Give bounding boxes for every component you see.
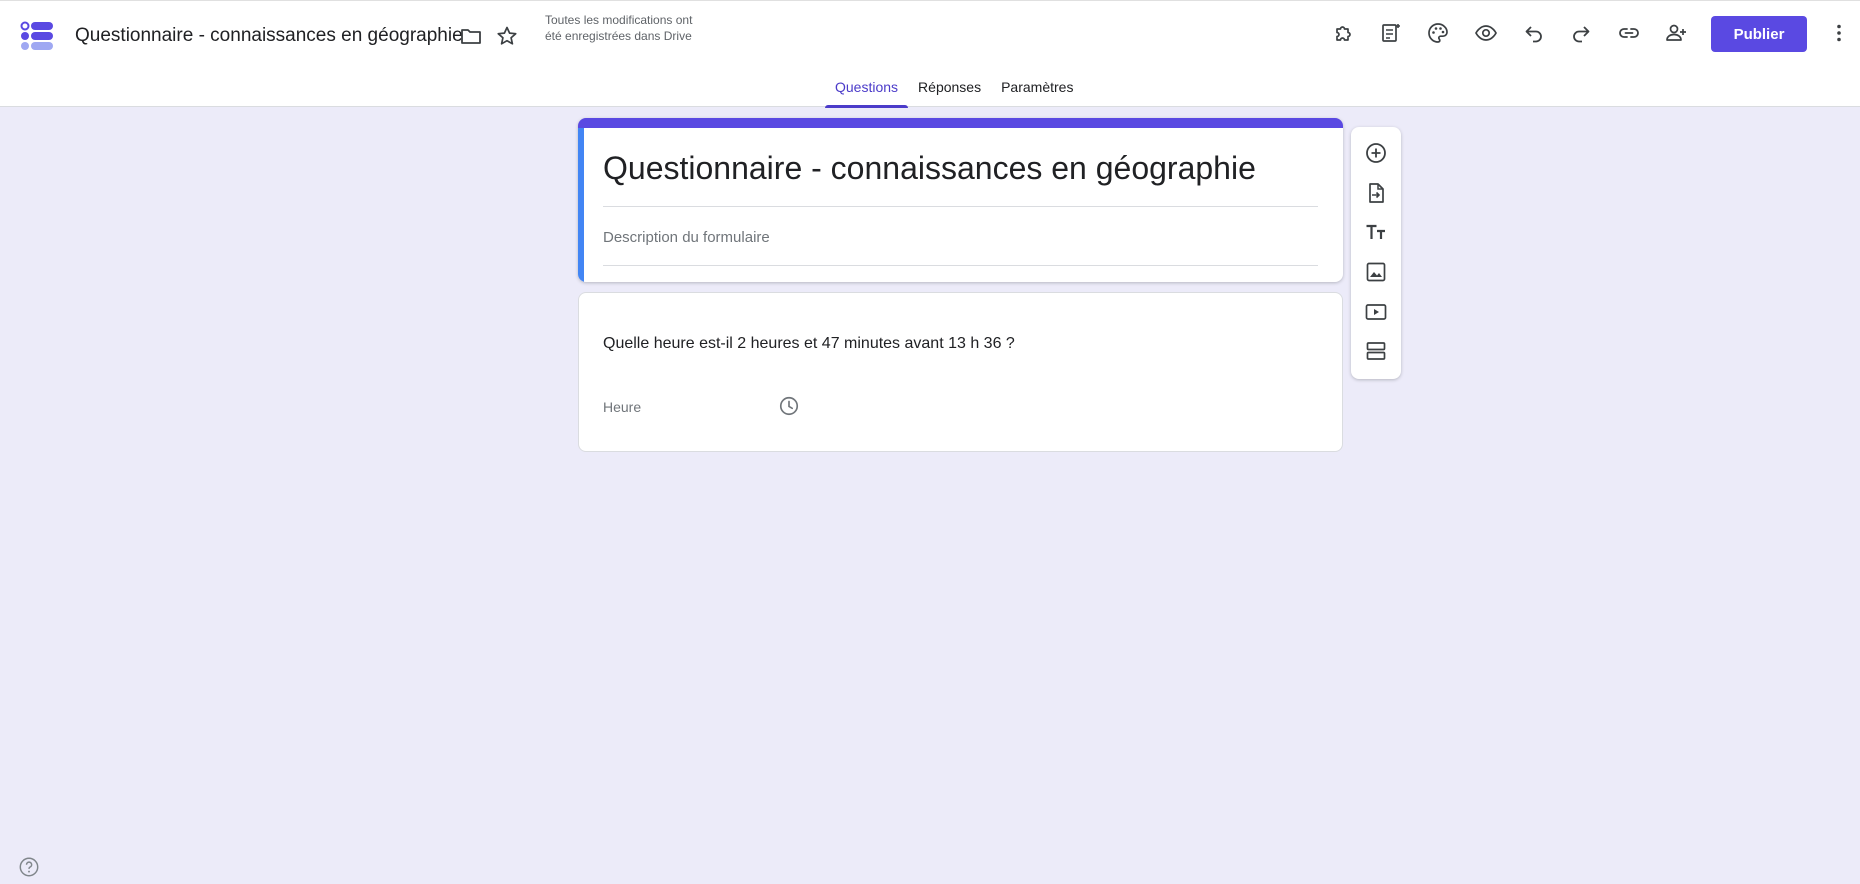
time-answer-label: Heure	[603, 399, 642, 415]
form-title-card[interactable]: Questionnaire - connaissances en géograp…	[578, 118, 1343, 282]
link-icon[interactable]	[1615, 19, 1643, 47]
add-image-icon[interactable]	[1363, 259, 1389, 285]
help-icon[interactable]	[18, 856, 40, 878]
title-divider	[603, 206, 1318, 207]
save-status: Toutes les modifications ont été enregis…	[545, 13, 693, 43]
more-vert-icon[interactable]	[1825, 19, 1853, 47]
forms-logo-icon[interactable]	[20, 19, 56, 55]
add-on-icon[interactable]	[1330, 19, 1358, 47]
add-title-icon[interactable]	[1363, 219, 1389, 245]
undo-icon[interactable]	[1520, 19, 1548, 47]
question-toolbar	[1351, 127, 1401, 379]
import-questions-icon[interactable]	[1363, 180, 1389, 206]
template-icon[interactable]	[1377, 19, 1405, 47]
document-title[interactable]: Questionnaire - connaissances en géograp…	[75, 25, 463, 47]
add-question-icon[interactable]	[1363, 140, 1389, 166]
redo-icon[interactable]	[1567, 19, 1595, 47]
question-card[interactable]: Quelle heure est-il 2 heures et 47 minut…	[578, 292, 1343, 452]
tab-questions[interactable]: Questions	[825, 73, 909, 108]
star-icon[interactable]	[493, 22, 521, 50]
clock-icon	[779, 396, 799, 416]
question-text: Quelle heure est-il 2 heures et 47 minut…	[603, 335, 1015, 352]
form-title[interactable]: Questionnaire - connaissances en géograp…	[603, 150, 1256, 187]
description-divider	[603, 265, 1318, 266]
add-collaborator-icon[interactable]	[1662, 19, 1690, 47]
tab-bar: Questions Réponses Paramètres	[825, 73, 1083, 108]
form-description-input[interactable]: Description du formulaire	[603, 229, 770, 246]
preview-eye-icon[interactable]	[1472, 19, 1500, 47]
palette-icon[interactable]	[1424, 19, 1452, 47]
publish-button[interactable]: Publier	[1711, 16, 1807, 52]
add-section-icon[interactable]	[1363, 338, 1389, 364]
add-video-icon[interactable]	[1363, 299, 1389, 325]
tab-responses[interactable]: Réponses	[908, 73, 991, 108]
folder-icon[interactable]	[457, 22, 485, 50]
top-header: Questionnaire - connaissances en géograp…	[0, 0, 1860, 108]
tab-settings[interactable]: Paramètres	[991, 73, 1083, 108]
